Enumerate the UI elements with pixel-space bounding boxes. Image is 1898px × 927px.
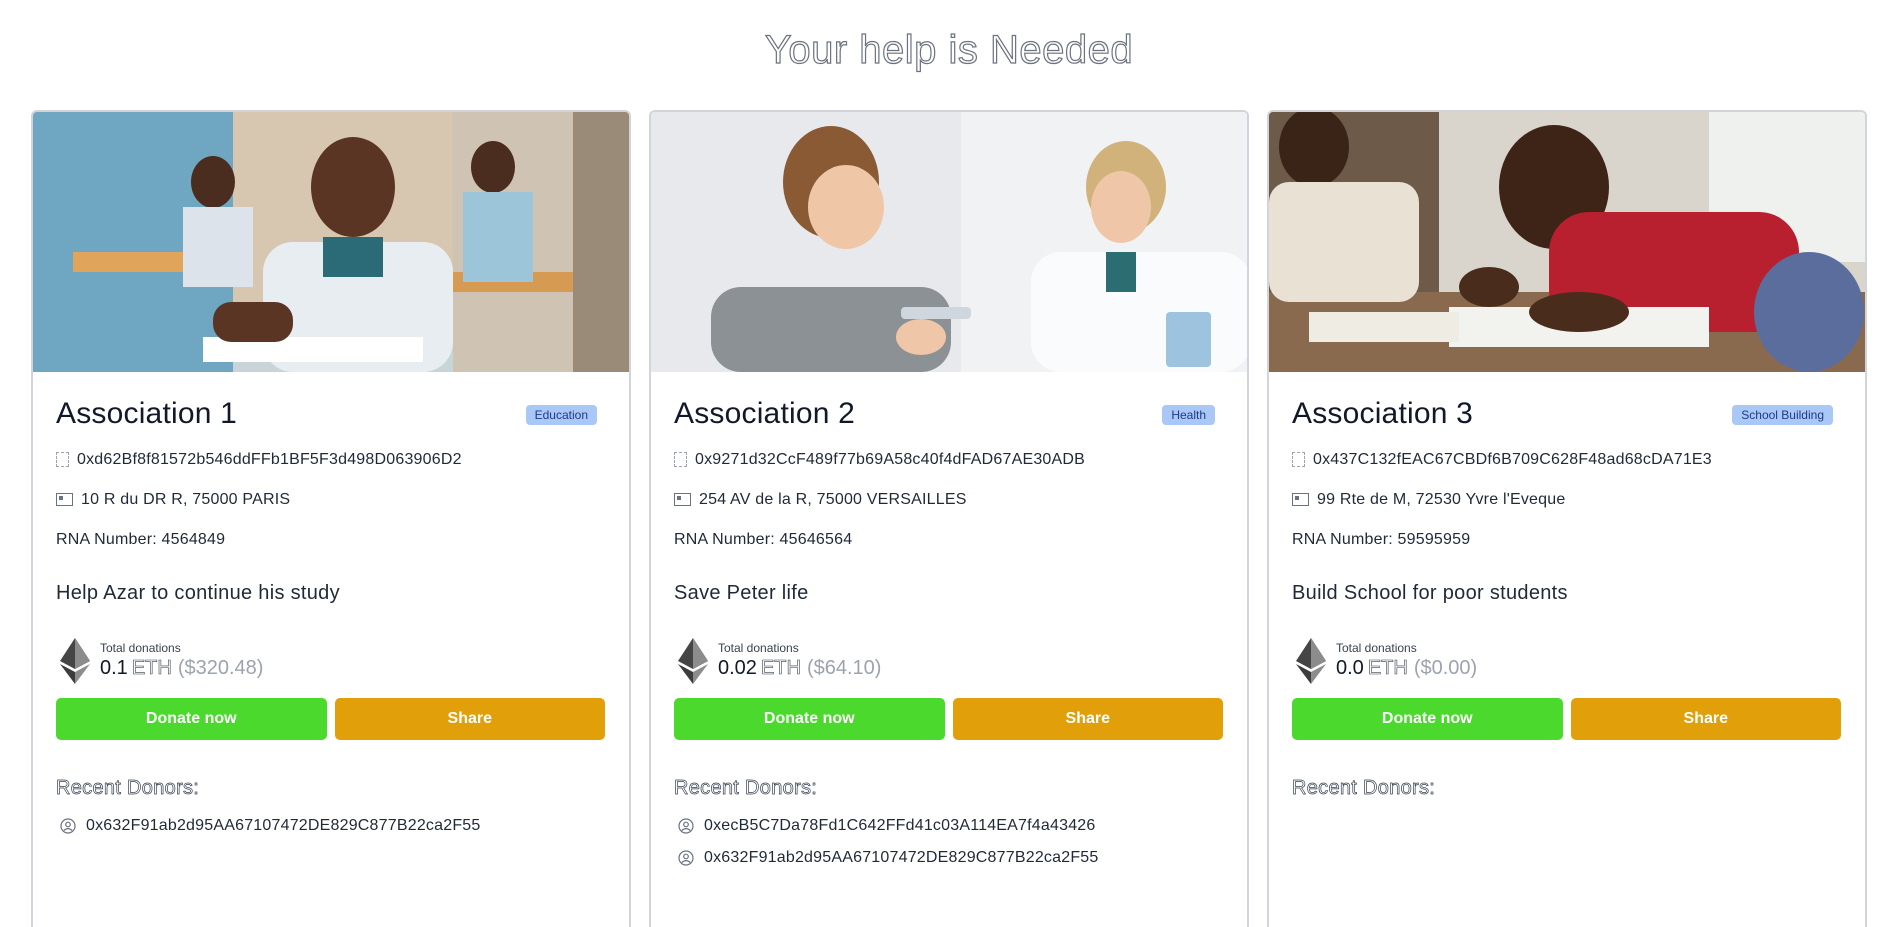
association-name: Association 1 (56, 397, 238, 430)
photo-children-writing (1269, 112, 1865, 372)
card-actions: Donate now Share (674, 698, 1223, 740)
usd-amount: ($0.00) (1413, 657, 1478, 679)
donations-amount: 0.1 ETH ($320.48) (100, 655, 263, 681)
card-header: Association 3 School Building (1292, 394, 1841, 434)
page-title: Your help is Needed (764, 27, 1134, 72)
card-body: Association 1 Education 0xd62Bf8f81572b5… (33, 372, 629, 842)
wallet-line: 0x437C132fEAC67CBDf6B709C628F48ad68cDA71… (1292, 445, 1841, 474)
usd-amount: ($320.48) (177, 657, 264, 679)
share-button[interactable]: Share (1570, 698, 1841, 740)
category-badge: Health (1162, 405, 1215, 425)
postal-address: 99 Rte de M, 72530 Yvre l'Eveque (1317, 490, 1566, 508)
recent-donors-heading: Recent Donors: (1292, 777, 1436, 800)
photo-student-classroom (33, 112, 629, 372)
campaign-title: Build School for poor students (1292, 582, 1568, 604)
donor-item: 0x632F91ab2d95AA67107472DE829C877B22ca2F… (56, 810, 605, 842)
user-circle-icon (678, 850, 694, 866)
id-card-icon (56, 493, 73, 506)
card-actions: Donate now Share (1292, 698, 1841, 740)
donate-button[interactable]: Donate now (56, 698, 327, 740)
rna-number: RNA Number: 45646564 (674, 531, 853, 548)
donations-amount: 0.02 ETH ($64.10) (718, 655, 881, 681)
donations-text: Total donations 0.02 ETH ($64.10) (718, 638, 881, 681)
eth-unit: ETH (131, 657, 173, 680)
address-line: 99 Rte de M, 72530 Yvre l'Eveque (1292, 485, 1841, 514)
wallet-line: 0x9271d32CcF489f77b69A58c40f4dFAD67AE30A… (674, 445, 1223, 474)
eth-amount: 0.02 (718, 657, 757, 679)
donor-list: 0x632F91ab2d95AA67107472DE829C877B22ca2F… (56, 810, 605, 842)
donations-label: Total donations (718, 641, 799, 655)
rna-number: RNA Number: 59595959 (1292, 531, 1471, 548)
page: Your help is Needed Association 1 Educat… (0, 0, 1898, 927)
donations-text: Total donations 0.0 ETH ($0.00) (1336, 638, 1477, 681)
association-name: Association 2 (674, 397, 856, 430)
eth-amount: 0.1 (100, 657, 128, 679)
donor-list: 0xecB5C7Da78Fd1C642FFd41c03A114EA7f4a434… (674, 810, 1223, 874)
donations-label: Total donations (1336, 641, 1417, 655)
ethereum-icon (1296, 638, 1326, 684)
user-circle-icon (678, 818, 694, 834)
card-header: Association 2 Health (674, 394, 1223, 434)
share-button[interactable]: Share (334, 698, 605, 740)
donor-address: 0x632F91ab2d95AA67107472DE829C877B22ca2F… (704, 849, 1099, 866)
donor-item: 0x632F91ab2d95AA67107472DE829C877B22ca2F… (674, 842, 1223, 874)
address-line: 10 R du DR R, 75000 PARIS (56, 485, 605, 514)
eth-amount: 0.0 (1336, 657, 1364, 679)
donations-text: Total donations 0.1 ETH ($320.48) (100, 638, 263, 681)
category-badge: Education (525, 405, 597, 425)
association-cards: Association 1 Education 0xd62Bf8f81572b5… (31, 110, 1867, 927)
card-body: Association 2 Health 0x9271d32CcF489f77b… (651, 372, 1247, 874)
recent-donors-heading: Recent Donors: (674, 777, 818, 800)
rna-number: RNA Number: 4564849 (56, 531, 226, 548)
wallet-icon (56, 452, 69, 467)
id-card-icon (674, 493, 691, 506)
wallet-icon (1292, 452, 1305, 467)
card-actions: Donate now Share (56, 698, 605, 740)
association-photo (33, 112, 629, 372)
donations-amount: 0.0 ETH ($0.00) (1336, 655, 1477, 681)
user-circle-icon (60, 818, 76, 834)
id-card-icon (1292, 493, 1309, 506)
address-line: 254 AV de la R, 75000 VERSAILLES (674, 485, 1223, 514)
donor-address: 0xecB5C7Da78Fd1C642FFd41c03A114EA7f4a434… (704, 817, 1096, 834)
donate-button[interactable]: Donate now (674, 698, 945, 740)
association-card: Association 2 Health 0x9271d32CcF489f77b… (649, 110, 1249, 927)
eth-unit: ETH (760, 657, 802, 680)
recent-donors-heading: Recent Donors: (56, 777, 200, 800)
association-photo (1269, 112, 1865, 372)
wallet-icon (674, 452, 687, 467)
photo-child-vaccination (651, 112, 1247, 372)
donate-button[interactable]: Donate now (1292, 698, 1563, 740)
ethereum-icon (678, 638, 708, 684)
postal-address: 10 R du DR R, 75000 PARIS (81, 490, 291, 508)
association-card: Association 1 Education 0xd62Bf8f81572b5… (31, 110, 631, 927)
donations-label: Total donations (100, 641, 181, 655)
campaign-title: Save Peter life (674, 582, 809, 604)
donations-summary: Total donations 0.0 ETH ($0.00) (1292, 638, 1841, 686)
share-button[interactable]: Share (952, 698, 1223, 740)
ethereum-icon (60, 638, 90, 684)
category-badge: School Building (1732, 405, 1833, 425)
donor-address: 0x632F91ab2d95AA67107472DE829C877B22ca2F… (86, 817, 481, 834)
card-header: Association 1 Education (56, 394, 605, 434)
donations-summary: Total donations 0.1 ETH ($320.48) (56, 638, 605, 686)
wallet-address: 0x437C132fEAC67CBDf6B709C628F48ad68cDA71… (1313, 450, 1712, 468)
donor-item: 0xecB5C7Da78Fd1C642FFd41c03A114EA7f4a434… (674, 810, 1223, 842)
wallet-line: 0xd62Bf8f81572b546ddFFb1BF5F3d498D063906… (56, 445, 605, 474)
donations-summary: Total donations 0.02 ETH ($64.10) (674, 638, 1223, 686)
usd-amount: ($64.10) (806, 657, 882, 679)
wallet-address: 0x9271d32CcF489f77b69A58c40f4dFAD67AE30A… (695, 450, 1086, 468)
card-body: Association 3 School Building 0x437C132f… (1269, 372, 1865, 802)
wallet-address: 0xd62Bf8f81572b546ddFFb1BF5F3d498D063906… (77, 450, 462, 468)
association-card: Association 3 School Building 0x437C132f… (1267, 110, 1867, 927)
campaign-title: Help Azar to continue his study (56, 582, 340, 604)
association-photo (651, 112, 1247, 372)
eth-unit: ETH (1367, 657, 1409, 680)
postal-address: 254 AV de la R, 75000 VERSAILLES (699, 490, 967, 508)
